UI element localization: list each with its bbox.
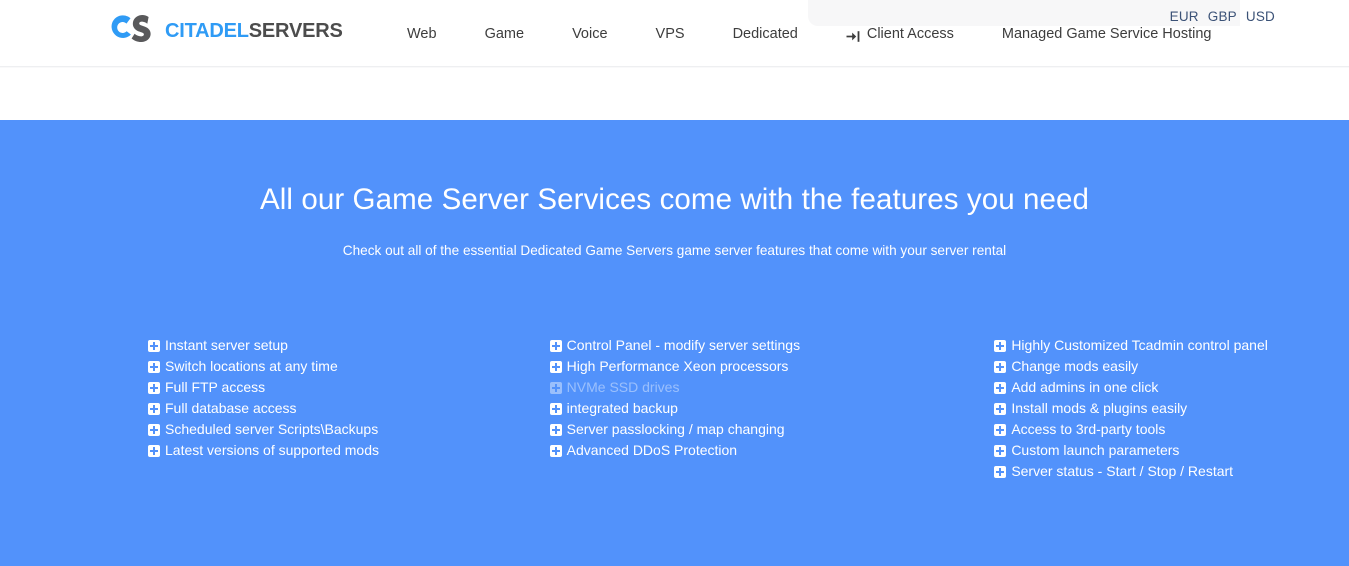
features-columns: Instant server setup Switch locations at… <box>0 335 1349 482</box>
list-item: Latest versions of supported mods <box>148 440 450 461</box>
nav-item-label: Dedicated <box>732 26 798 42</box>
list-item: Change mods easily <box>994 356 1349 377</box>
features-hero-section: All our Game Server Services come with t… <box>0 120 1349 566</box>
feature-label: Full database access <box>165 400 297 416</box>
nav-item-game[interactable]: Game <box>461 24 549 44</box>
feature-label: Access to 3rd-party tools <box>1011 421 1166 437</box>
header-divider <box>0 66 1349 68</box>
feature-label: integrated backup <box>566 400 678 416</box>
plus-square-icon <box>994 360 1007 373</box>
plus-square-icon <box>549 339 562 352</box>
brand-logo-link[interactable]: CITADELSERVERS <box>110 14 343 48</box>
feature-list: Control Panel - modify server settings H… <box>549 335 900 461</box>
list-item: Scheduled server Scripts\Backups <box>148 419 450 440</box>
feature-label: Control Panel - modify server settings <box>566 337 801 353</box>
plus-square-icon <box>549 402 562 415</box>
currency-option-usd[interactable]: USD <box>1246 9 1275 24</box>
plus-square-icon <box>994 381 1007 394</box>
nav-item-label: Voice <box>572 26 608 42</box>
list-item: Highly Customized Tcadmin control panel <box>994 335 1349 356</box>
list-item: Server status - Start / Stop / Restart <box>994 461 1349 482</box>
currency-selector[interactable]: EUR GBP USD <box>1170 9 1275 24</box>
plus-square-icon <box>148 402 160 415</box>
plus-square-icon <box>994 465 1007 478</box>
list-item: Full database access <box>148 398 450 419</box>
list-item: integrated backup <box>549 398 900 419</box>
plus-square-icon <box>148 444 160 457</box>
feature-list: Highly Customized Tcadmin control panel … <box>994 335 1349 482</box>
nav-item-vps[interactable]: VPS <box>632 24 709 44</box>
list-item: Add admins in one click <box>994 377 1349 398</box>
list-item: Switch locations at any time <box>148 356 450 377</box>
nav-item-voice[interactable]: Voice <box>548 24 631 44</box>
feature-label: Server status - Start / Stop / Restart <box>1011 463 1234 479</box>
features-column-2: Control Panel - modify server settings H… <box>450 335 900 482</box>
feature-label: Advanced DDoS Protection <box>566 442 738 458</box>
plus-square-icon <box>148 339 160 352</box>
nav-item-dedicated[interactable]: Dedicated <box>709 24 822 44</box>
feature-label: Add admins in one click <box>1011 379 1159 395</box>
feature-label: Custom launch parameters <box>1011 442 1180 458</box>
plus-square-icon <box>549 360 562 373</box>
cs-monogram-logo-icon <box>110 14 152 48</box>
page-title: All our Game Server Services come with t… <box>259 183 1090 216</box>
plus-square-icon <box>994 339 1007 352</box>
list-item: Custom launch parameters <box>994 440 1349 461</box>
nav-item-label: Web <box>407 26 437 42</box>
plus-square-icon <box>549 423 562 436</box>
list-item: Instant server setup <box>148 335 450 356</box>
feature-label: Latest versions of supported mods <box>165 442 380 458</box>
nav-item-label: Game <box>484 26 525 42</box>
features-column-1: Instant server setup Switch locations at… <box>0 335 450 482</box>
sign-in-icon <box>846 29 860 42</box>
brand-word-primary: CITADEL <box>165 20 249 42</box>
list-item: Server passlocking / map changing <box>549 419 900 440</box>
brand-wordmark: CITADELSERVERS <box>165 21 343 41</box>
feature-label: Scheduled server Scripts\Backups <box>165 421 379 437</box>
feature-label: High Performance Xeon processors <box>566 358 789 374</box>
plus-square-icon <box>148 360 160 373</box>
list-item: NVMe SSD drives <box>549 377 900 398</box>
list-item: High Performance Xeon processors <box>549 356 900 377</box>
currency-option-gbp[interactable]: GBP <box>1208 9 1237 24</box>
nav-item-label: Managed Game Service Hosting <box>1001 26 1212 42</box>
list-item: Install mods & plugins easily <box>994 398 1349 419</box>
feature-label: Highly Customized Tcadmin control panel <box>1011 337 1268 353</box>
list-item: Advanced DDoS Protection <box>549 440 900 461</box>
features-column-3: Highly Customized Tcadmin control panel … <box>899 335 1349 482</box>
feature-label: Instant server setup <box>165 337 288 353</box>
nav-item-client-access[interactable]: Client Access <box>822 24 978 44</box>
main-navigation: Web Game Voice VPS Dedicated Client Acce… <box>395 24 1235 44</box>
list-item: Full FTP access <box>148 377 450 398</box>
feature-label: Switch locations at any time <box>165 358 338 374</box>
plus-square-icon <box>994 444 1007 457</box>
nav-item-label: Client Access <box>866 26 954 42</box>
nav-item-web[interactable]: Web <box>395 24 461 44</box>
plus-square-icon <box>549 381 562 394</box>
plus-square-icon <box>994 423 1007 436</box>
plus-square-icon <box>148 381 160 394</box>
list-item: Access to 3rd-party tools <box>994 419 1349 440</box>
plus-square-icon <box>994 402 1007 415</box>
nav-item-label: VPS <box>655 26 685 42</box>
nav-item-managed-game-service-hosting[interactable]: Managed Game Service Hosting <box>978 24 1236 44</box>
list-item: Control Panel - modify server settings <box>549 335 900 356</box>
plus-square-icon <box>549 444 562 457</box>
page-subtitle: Check out all of the essential Dedicated… <box>342 242 1007 258</box>
feature-list: Instant server setup Switch locations at… <box>148 335 450 461</box>
currency-option-eur[interactable]: EUR <box>1170 9 1199 24</box>
feature-label: NVMe SSD drives <box>566 379 680 395</box>
brand-word-secondary: SERVERS <box>248 20 343 42</box>
feature-label: Full FTP access <box>165 379 266 395</box>
feature-label: Server passlocking / map changing <box>566 421 785 437</box>
plus-square-icon <box>148 423 160 436</box>
site-header: CITADELSERVERS Web Game Voice VPS Dedica… <box>0 0 1349 67</box>
feature-label: Install mods & plugins easily <box>1011 400 1188 416</box>
feature-label: Change mods easily <box>1011 358 1139 374</box>
